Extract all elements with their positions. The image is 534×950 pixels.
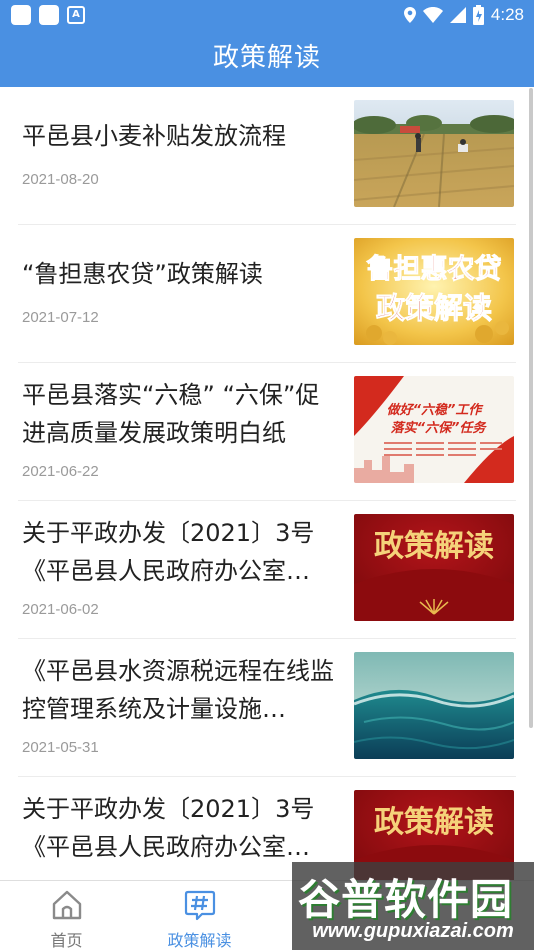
list-item[interactable]: “鲁担惠农贷”政策解读 2021-07-12 鲁担惠农贷 政策解读 — [18, 225, 516, 363]
watermark-text: 谷普软件园 — [298, 875, 514, 924]
status-bar: A 4:28 — [0, 0, 534, 30]
article-title: 关于平政办发〔2021〕3号《平邑县人民政府办公室… — [22, 795, 315, 861]
thumb-caption: 政策解读 — [374, 805, 494, 840]
list-item[interactable]: 平邑县落实“六稳” “六保”促进高质量发展政策明白纸 2021-06-22 做好… — [18, 363, 516, 501]
list-item[interactable]: 平邑县小麦补贴发放流程 2021-08-20 — [18, 87, 516, 225]
list-item[interactable]: 关于平政办发〔2021〕3号《平邑县人民政府办公室… 2021-06-02 政策… — [18, 501, 516, 639]
notification-icon — [39, 5, 59, 25]
a-icon: A — [67, 6, 85, 24]
tab-label: 政策解读 — [167, 931, 232, 950]
location-icon — [403, 7, 416, 23]
watermark: 谷普软件园 www.gupuxiazai.com — [292, 862, 534, 950]
clock: 4:28 — [490, 5, 524, 24]
article-thumbnail: 鲁担惠农贷 政策解读 — [354, 238, 514, 345]
system-icons: 4:28 — [403, 4, 524, 26]
thumb-caption: 鲁担惠农贷 — [367, 254, 502, 285]
thumb-caption: 政策解读 — [374, 529, 494, 564]
notification-icon — [11, 5, 31, 25]
article-date: 2021-07-12 — [22, 309, 99, 326]
article-date: 2021-05-31 — [22, 739, 99, 756]
tab-policy[interactable]: 政策解读 — [133, 881, 266, 950]
thumb-caption: 落实“六保”任务 — [391, 420, 488, 436]
list-item[interactable]: 《平邑县水资源税远程在线监控管理系统及计量设施… 2021-05-31 — [18, 639, 516, 777]
signal-icon — [449, 7, 466, 23]
wifi-icon — [422, 7, 443, 23]
article-list[interactable]: 平邑县小麦补贴发放流程 2021-08-20 “鲁担惠农贷”政策解读 2021-… — [0, 87, 534, 880]
article-thumbnail: 政策解读 — [354, 514, 514, 621]
article-thumbnail — [354, 100, 514, 207]
article-thumbnail: 做好“六稳”工作 落实“六保”任务 — [354, 376, 514, 483]
hashtag-icon — [184, 890, 215, 921]
app-bar: 政策解读 — [0, 30, 534, 87]
thumb-caption: 做好“六稳”工作 — [387, 402, 485, 418]
article-title: 平邑县小麦补贴发放流程 — [22, 122, 286, 150]
article-date: 2021-06-02 — [22, 601, 99, 618]
article-title: “鲁担惠农贷”政策解读 — [22, 260, 263, 288]
watermark-url: www.gupuxiazai.com — [312, 920, 514, 942]
article-date: 2021-08-20 — [22, 171, 99, 188]
article-thumbnail — [354, 652, 514, 759]
article-date: 2021-06-22 — [22, 463, 99, 480]
scrollbar[interactable] — [529, 88, 533, 728]
tab-label: 首页 — [50, 931, 83, 950]
tab-home[interactable]: 首页 — [0, 881, 133, 950]
article-title: 关于平政办发〔2021〕3号《平邑县人民政府办公室… — [22, 519, 315, 585]
article-title: 平邑县落实“六稳” “六保”促进高质量发展政策明白纸 — [22, 381, 320, 447]
notification-icons: A — [11, 5, 85, 25]
home-icon — [52, 890, 81, 920]
thumb-caption: 政策解读 — [376, 291, 492, 325]
article-title: 《平邑县水资源税远程在线监控管理系统及计量设施… — [22, 657, 334, 723]
page-title: 政策解读 — [212, 43, 321, 73]
battery-icon — [472, 5, 484, 25]
